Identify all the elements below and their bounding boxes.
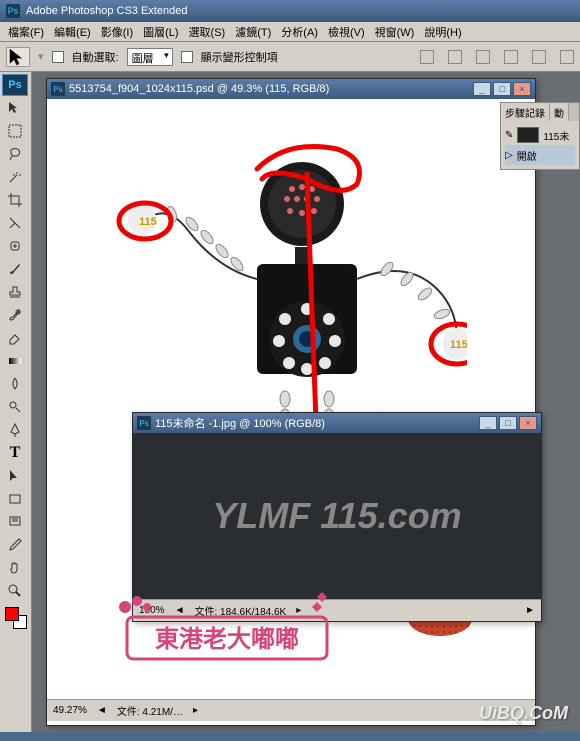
layer-select[interactable]: 圖層 [127,48,173,66]
auto-select-label: 自動選取: [72,49,119,65]
align-left-icon[interactable] [504,50,518,64]
eraser-tool[interactable] [2,327,28,349]
menu-layer[interactable]: 圖層(L) [139,22,182,42]
dodge-tool[interactable] [2,396,28,418]
marquee-tool[interactable] [2,120,28,142]
main-doc-titlebar[interactable]: Ps 5513754_f904_1024x115.psd @ 49.3% (11… [47,79,535,99]
minimize-button[interactable]: _ [473,82,491,96]
brush-tool[interactable] [2,258,28,280]
history-item-label: 115未 [543,128,569,143]
crop-tool[interactable] [2,189,28,211]
zoom-tool[interactable] [2,580,28,602]
history-snapshot-row[interactable]: ✎ 115未 [505,125,575,145]
canvas-area: Ps 5513754_f904_1024x115.psd @ 49.3% (11… [32,72,580,732]
menu-help[interactable]: 說明(H) [420,22,465,42]
menu-edit[interactable]: 編輯(E) [50,22,95,42]
maximize-button[interactable]: □ [493,82,511,96]
lasso-tool[interactable] [2,143,28,165]
file-info: 文件: 4.21M/… [117,703,183,718]
sub-doc-titlebar[interactable]: Ps 115未命名 -1.jpg @ 100% (RGB/8) _ □ × [133,413,541,433]
menu-select[interactable]: 選取(S) [185,22,230,42]
close-button[interactable]: × [513,82,531,96]
watermark-stamp: 東港老大嘟嘟 [107,587,347,677]
options-bar: ▾ 自動選取: 圖層 顯示變形控制項 [0,42,580,72]
move-tool-indicator[interactable] [6,47,30,67]
brush-icon: ✎ [505,130,513,141]
wand-tool[interactable] [2,166,28,188]
hand-tool[interactable] [2,557,28,579]
history-thumb [517,127,539,143]
history-panel: 步驟記錄 動 ✎ 115未 ▷ 開啟 [500,102,580,170]
workspace: Ps T Ps 5513754_f904_1024x115.p [0,72,580,732]
doc-icon: Ps [137,416,151,430]
maximize-button[interactable]: □ [499,416,517,430]
show-transform-label: 顯示變形控制項 [201,49,278,65]
align-top-icon[interactable] [420,50,434,64]
doc-icon: Ps [51,82,65,96]
scroll-right-icon[interactable]: ► [525,605,535,616]
menu-view[interactable]: 檢視(V) [324,22,369,42]
main-status-bar: 49.27% ◄ 文件: 4.21M/… ▸ [47,699,535,721]
menu-window[interactable]: 視窗(W) [371,22,419,42]
tab-history[interactable]: 步驟記錄 [501,103,550,121]
svg-text:東港老大嘟嘟: 東港老大嘟嘟 [155,626,299,653]
svg-text:115: 115 [139,216,157,228]
site-watermark: UiBQ.CoM [479,703,568,724]
notes-tool[interactable] [2,511,28,533]
gradient-tool[interactable] [2,350,28,372]
history-brush-tool[interactable] [2,304,28,326]
type-tool[interactable]: T [2,442,28,464]
align-hcenter-icon[interactable] [532,50,546,64]
ps-logo-icon[interactable]: Ps [2,74,28,96]
menu-file[interactable]: 檔案(F) [4,22,48,42]
align-right-icon[interactable] [560,50,574,64]
auto-select-checkbox[interactable] [52,51,64,63]
logo-text: YLMF 115.com [212,495,461,537]
align-vcenter-icon[interactable] [448,50,462,64]
shape-tool[interactable] [2,488,28,510]
sub-doc-title: 115未命名 -1.jpg @ 100% (RGB/8) [155,415,325,431]
app-icon: Ps [6,4,20,18]
align-bottom-icon[interactable] [476,50,490,64]
path-select-tool[interactable] [2,465,28,487]
move-tool[interactable] [2,97,28,119]
menu-bar: 檔案(F) 編輯(E) 影像(I) 圖層(L) 選取(S) 濾鏡(T) 分析(A… [0,22,580,42]
minimize-button[interactable]: _ [479,416,497,430]
close-button[interactable]: × [519,416,537,430]
menu-filter[interactable]: 濾鏡(T) [231,22,275,42]
history-state-row[interactable]: ▷ 開啟 [505,145,575,165]
slice-tool[interactable] [2,212,28,234]
app-titlebar: Ps Adobe Photoshop CS3 Extended [0,0,580,22]
sub-canvas[interactable]: YLMF 115.com [133,433,541,599]
toolbox: Ps T [0,72,32,732]
tab-actions[interactable]: 動 [550,103,569,121]
menu-image[interactable]: 影像(I) [97,22,137,42]
foreground-color[interactable] [5,607,19,621]
color-swatch[interactable] [5,607,27,629]
eyedropper-tool[interactable] [2,534,28,556]
main-doc-title: 5513754_f904_1024x115.psd @ 49.3% (115, … [69,83,329,95]
pen-tool[interactable] [2,419,28,441]
info-arrow-icon[interactable]: ▸ [193,705,198,716]
play-icon: ▷ [505,150,513,161]
menu-analysis[interactable]: 分析(A) [277,22,322,42]
stamp-tool[interactable] [2,281,28,303]
app-title: Adobe Photoshop CS3 Extended [26,5,187,17]
show-transform-checkbox[interactable] [181,51,193,63]
align-buttons [420,50,574,64]
scroll-left-icon[interactable]: ◄ [97,705,107,716]
blur-tool[interactable] [2,373,28,395]
svg-text:115: 115 [450,339,467,351]
main-document-window: Ps 5513754_f904_1024x115.psd @ 49.3% (11… [46,78,536,726]
healing-tool[interactable] [2,235,28,257]
history-state-label: 開啟 [517,148,537,163]
zoom-level[interactable]: 49.27% [53,705,87,716]
